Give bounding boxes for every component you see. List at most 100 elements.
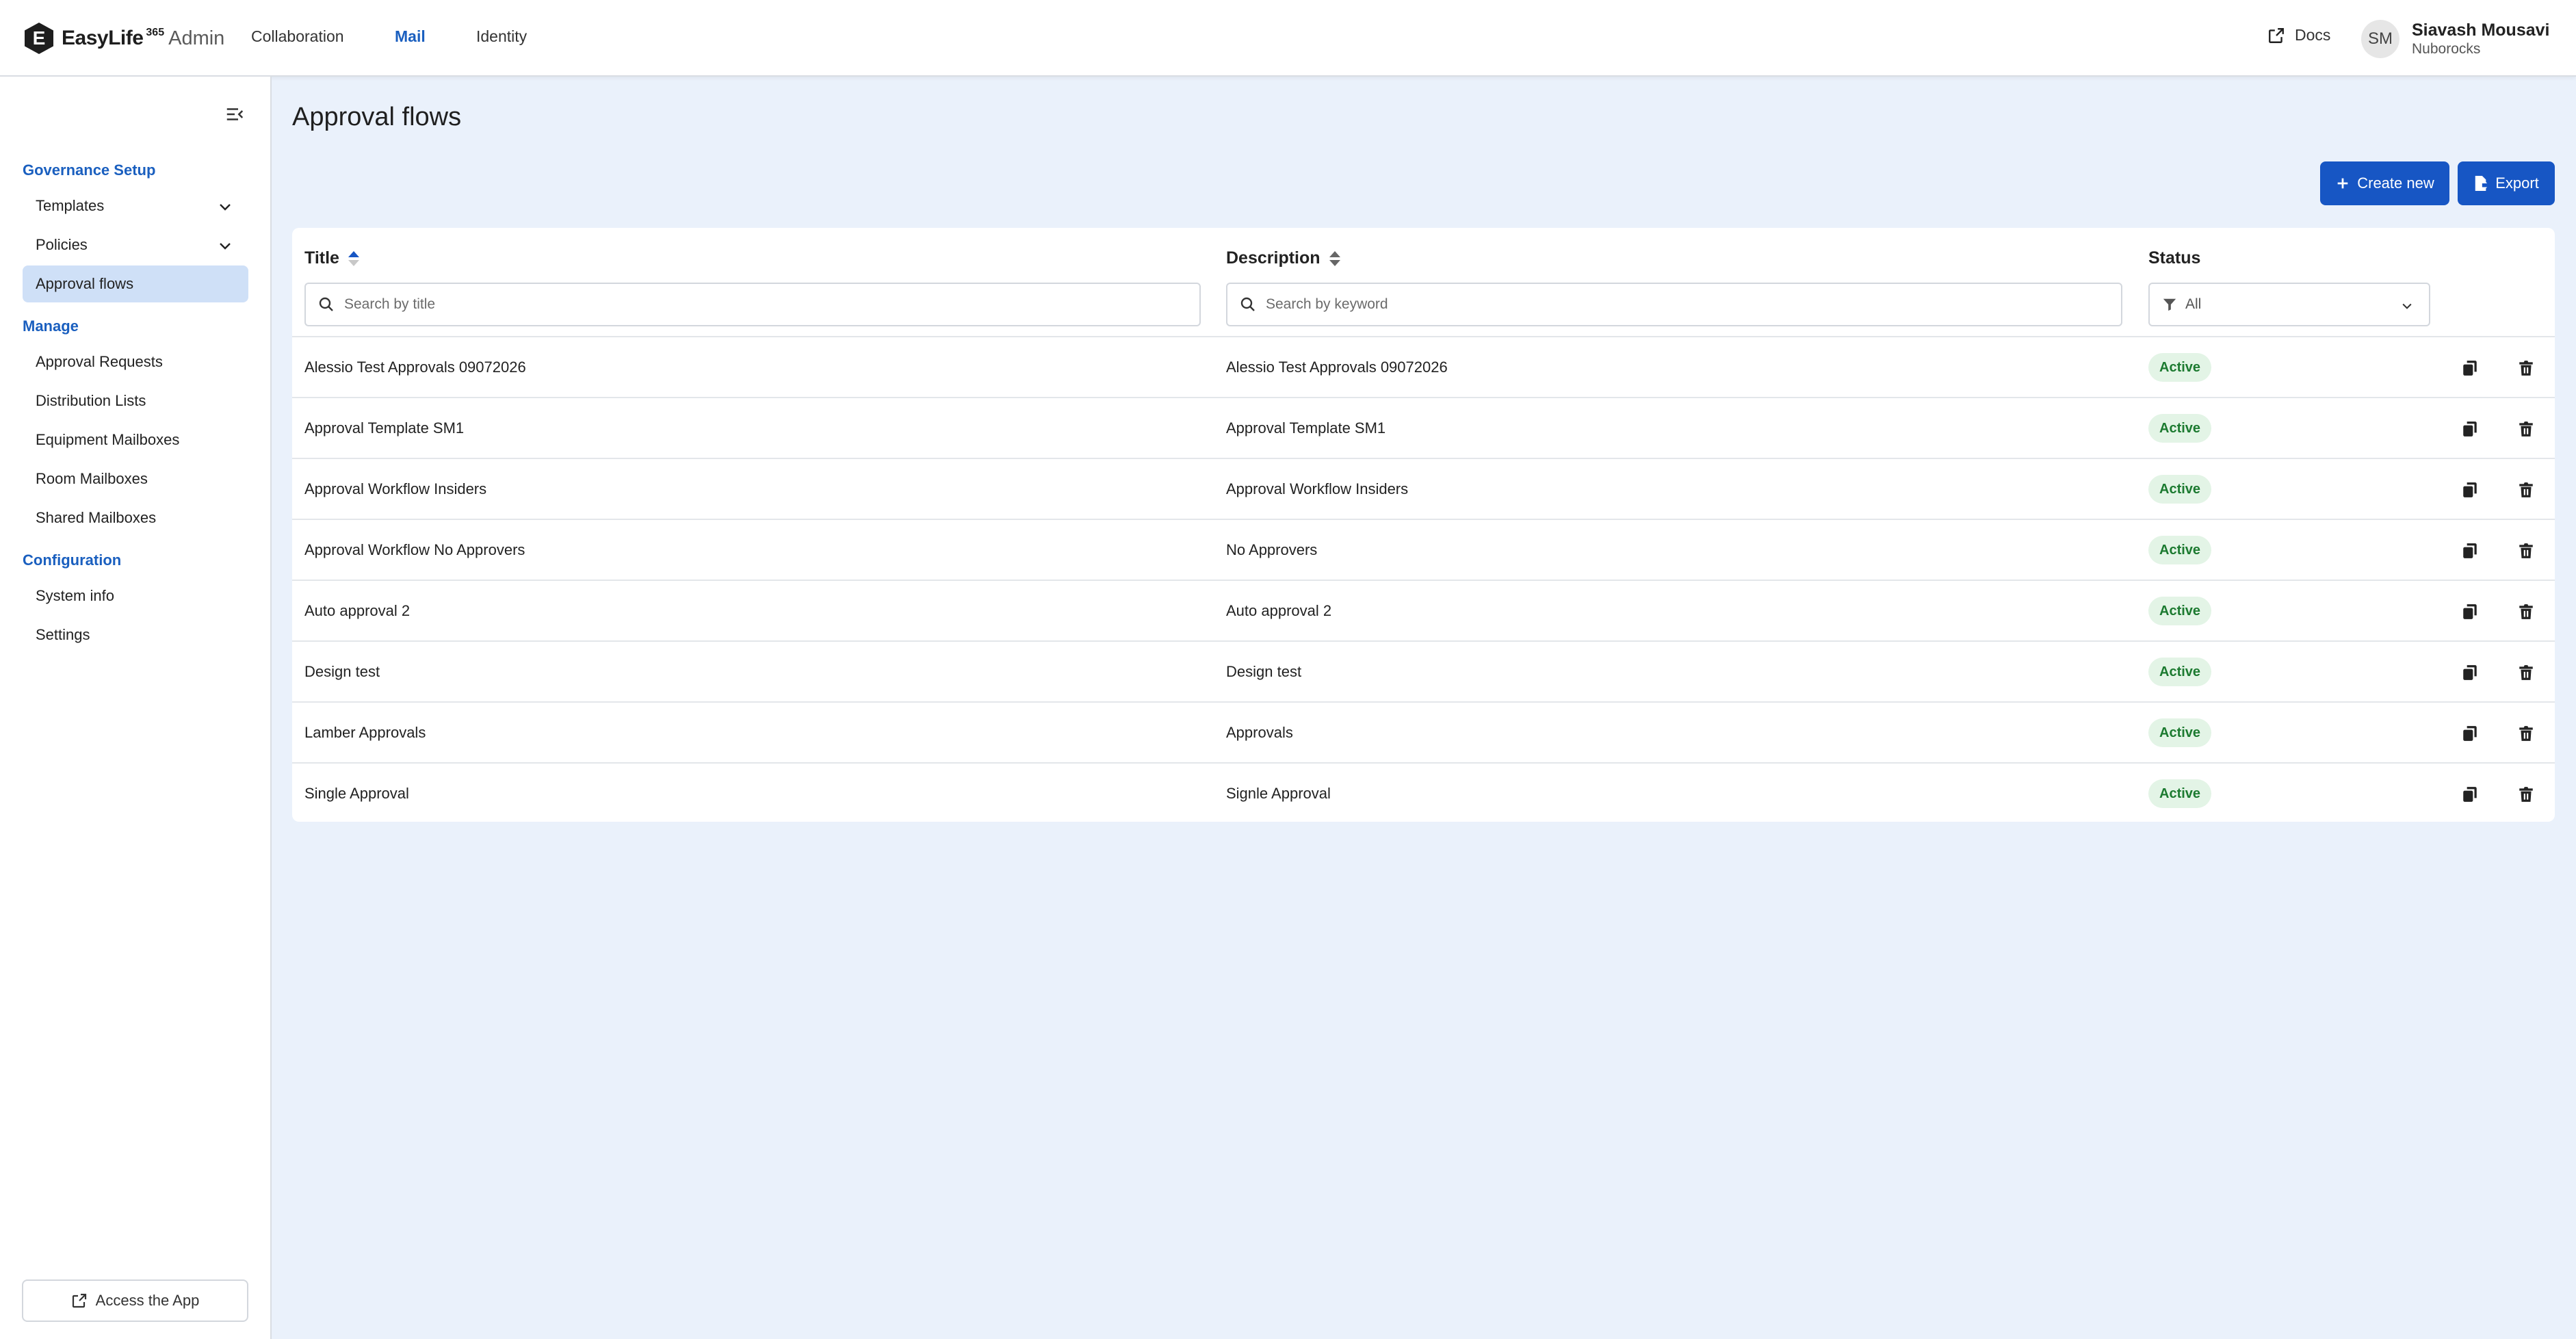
- column-status-label: Status: [2148, 248, 2201, 268]
- column-header-title[interactable]: Title: [304, 248, 360, 268]
- page-title: Approval flows: [292, 103, 462, 131]
- user-name: Siavash Mousavi: [2412, 21, 2550, 40]
- trash-icon[interactable]: [2517, 359, 2535, 377]
- column-header-description[interactable]: Description: [1226, 248, 1341, 268]
- table-row[interactable]: Alessio Test Approvals 09072026 Alessio …: [292, 336, 2555, 397]
- trash-icon[interactable]: [2517, 725, 2535, 742]
- title-search-input[interactable]: [344, 296, 1138, 313]
- sidebar-item-distribution-lists[interactable]: Distribution Lists: [23, 382, 248, 419]
- title-search-field[interactable]: [304, 283, 1201, 326]
- sidebar-item-room-mailboxes[interactable]: Room Mailboxes: [23, 460, 248, 497]
- trash-icon[interactable]: [2517, 664, 2535, 681]
- status-badge: Active: [2148, 475, 2212, 504]
- trash-icon[interactable]: [2517, 603, 2535, 621]
- row-description: No Approvers: [1226, 541, 1318, 558]
- nav-collaboration[interactable]: Collaboration: [251, 27, 344, 46]
- file-export-icon: [2475, 176, 2488, 191]
- trash-icon[interactable]: [2517, 542, 2535, 560]
- row-description: Design test: [1226, 663, 1302, 680]
- brand-name: EasyLife: [62, 27, 144, 49]
- brand-logo[interactable]: E EasyLife 365 Admin: [25, 22, 224, 55]
- copy-icon[interactable]: [2461, 664, 2479, 681]
- logo-hex-icon: E: [25, 23, 53, 54]
- create-new-button[interactable]: Create new: [2320, 161, 2449, 205]
- export-label: Export: [2495, 174, 2539, 192]
- status-badge: Active: [2148, 414, 2212, 443]
- sidebar: Governance Setup Templates Policies Appr…: [0, 77, 272, 1339]
- status-badge: Active: [2148, 353, 2212, 382]
- sidebar-item-label: Settings: [36, 626, 90, 643]
- row-description: Approval Template SM1: [1226, 419, 1386, 437]
- description-search-input[interactable]: [1266, 296, 2059, 313]
- table-row[interactable]: Auto approval 2 Auto approval 2 Active: [292, 580, 2555, 640]
- row-title: Approval Workflow Insiders: [304, 480, 487, 497]
- table-row[interactable]: Approval Workflow No Approvers No Approv…: [292, 519, 2555, 580]
- user-org: Nuborocks: [2412, 41, 2481, 57]
- copy-icon[interactable]: [2461, 725, 2479, 742]
- sidebar-item-label: Policies: [36, 236, 88, 253]
- copy-icon[interactable]: [2461, 603, 2479, 621]
- access-app-label: Access the App: [95, 1292, 200, 1309]
- sidebar-item-label: System info: [36, 587, 114, 604]
- copy-icon[interactable]: [2461, 420, 2479, 438]
- sidebar-item-label: Approval Requests: [36, 353, 163, 370]
- table-row[interactable]: Lamber Approvals Approvals Active: [292, 701, 2555, 762]
- sidebar-item-shared-mailboxes[interactable]: Shared Mailboxes: [23, 499, 248, 536]
- section-manage: Manage: [23, 317, 79, 335]
- sort-ascending-icon[interactable]: [348, 250, 360, 266]
- sidebar-item-equipment-mailboxes[interactable]: Equipment Mailboxes: [23, 421, 248, 458]
- sidebar-item-system-info[interactable]: System info: [23, 577, 248, 614]
- table-row[interactable]: Single Approval Signle Approval Active: [292, 762, 2555, 823]
- table-row[interactable]: Approval Workflow Insiders Approval Work…: [292, 458, 2555, 519]
- status-badge: Active: [2148, 597, 2212, 625]
- row-title: Design test: [304, 663, 380, 680]
- chevron-down-icon: [2402, 303, 2412, 309]
- column-description-label: Description: [1226, 248, 1320, 268]
- trash-icon[interactable]: [2517, 420, 2535, 438]
- sidebar-item-label: Equipment Mailboxes: [36, 431, 180, 448]
- copy-icon[interactable]: [2461, 785, 2479, 803]
- trash-icon[interactable]: [2517, 481, 2535, 499]
- sidebar-item-label: Templates: [36, 197, 105, 214]
- sort-icon[interactable]: [1329, 250, 1341, 266]
- export-button[interactable]: Export: [2458, 161, 2555, 205]
- sidebar-item-settings[interactable]: Settings: [23, 616, 248, 653]
- brand-suffix: Admin: [168, 27, 225, 49]
- nav-identity[interactable]: Identity: [476, 27, 527, 46]
- approval-flows-table: Title Description Status All Alessio Tes…: [292, 228, 2555, 822]
- filter-icon: [2163, 298, 2176, 311]
- nav-mail[interactable]: Mail: [395, 27, 426, 46]
- sidebar-item-approval-requests[interactable]: Approval Requests: [23, 343, 248, 380]
- table-row[interactable]: Approval Template SM1 Approval Template …: [292, 397, 2555, 458]
- create-new-label: Create new: [2357, 174, 2434, 192]
- sidebar-item-policies[interactable]: Policies: [23, 226, 248, 263]
- plus-icon: [2337, 178, 2348, 189]
- trash-icon[interactable]: [2517, 785, 2535, 803]
- docs-link[interactable]: Docs: [2267, 26, 2330, 44]
- collapse-sidebar-icon[interactable]: [224, 104, 245, 125]
- top-bar: E EasyLife 365 Admin Collaboration Mail …: [0, 0, 2576, 77]
- section-configuration: Configuration: [23, 551, 122, 569]
- row-description: Approval Workflow Insiders: [1226, 480, 1409, 497]
- docs-label: Docs: [2295, 26, 2331, 44]
- row-description: Auto approval 2: [1226, 602, 1332, 619]
- copy-icon[interactable]: [2461, 359, 2479, 377]
- table-row[interactable]: Design test Design test Active: [292, 640, 2555, 701]
- access-app-button[interactable]: Access the App: [22, 1279, 248, 1322]
- copy-icon[interactable]: [2461, 481, 2479, 499]
- row-title: Lamber Approvals: [304, 724, 426, 741]
- sidebar-item-label: Distribution Lists: [36, 392, 146, 409]
- status-badge: Active: [2148, 658, 2212, 686]
- avatar[interactable]: SM: [2361, 20, 2399, 58]
- row-title: Alessio Test Approvals 09072026: [304, 359, 526, 376]
- status-filter-select[interactable]: All: [2148, 283, 2430, 326]
- sidebar-item-approval-flows[interactable]: Approval flows: [23, 265, 248, 302]
- sidebar-item-templates[interactable]: Templates: [23, 187, 248, 224]
- copy-icon[interactable]: [2461, 542, 2479, 560]
- sidebar-item-label: Approval flows: [36, 275, 134, 292]
- row-title: Auto approval 2: [304, 602, 411, 619]
- external-link-icon: [2269, 27, 2284, 43]
- row-title: Approval Workflow No Approvers: [304, 541, 525, 558]
- row-title: Approval Template SM1: [304, 419, 465, 437]
- description-search-field[interactable]: [1226, 283, 2122, 326]
